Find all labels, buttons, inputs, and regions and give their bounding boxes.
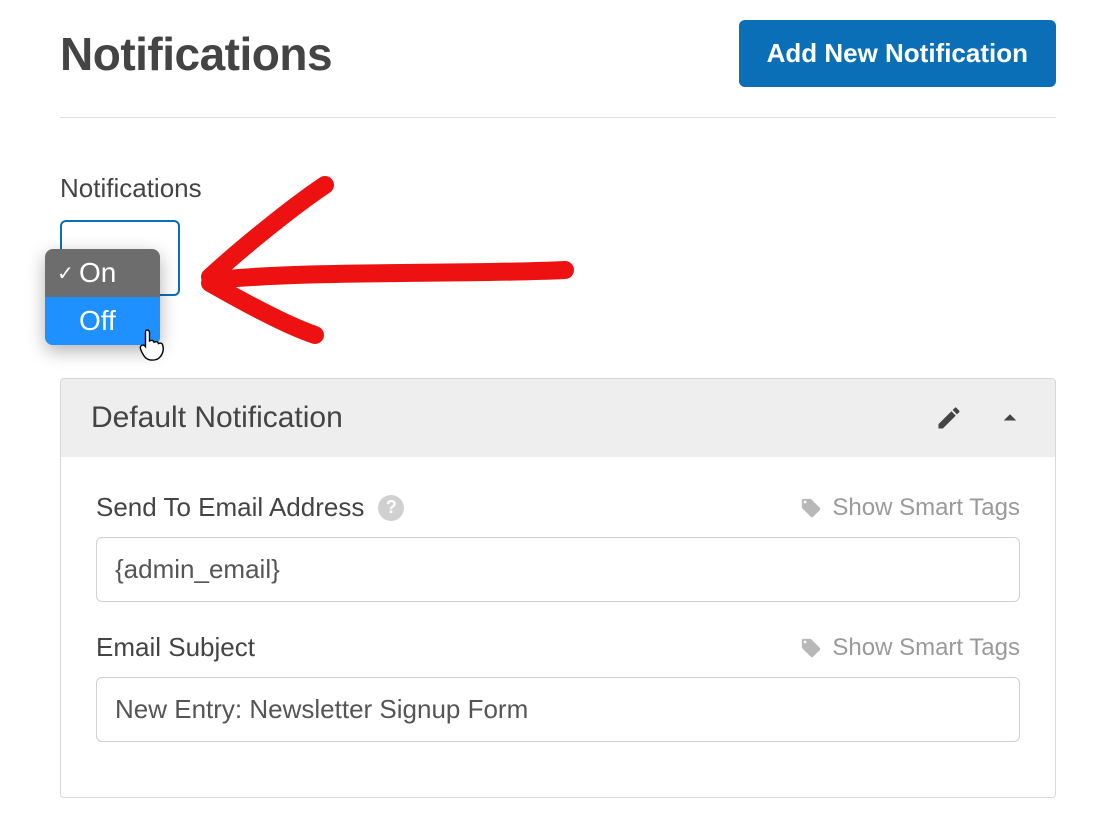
notification-panel: Default Notification Send To Email Addre… <box>60 378 1056 798</box>
show-smart-tags-link[interactable]: Show Smart Tags <box>800 634 1020 662</box>
edit-icon[interactable] <box>935 404 963 432</box>
dropdown-option-on[interactable]: ✓ On <box>45 249 160 297</box>
panel-header: Default Notification <box>61 379 1055 457</box>
field-send-to: Send To Email Address ? Show Smart Tags <box>96 492 1020 602</box>
send-to-input[interactable] <box>96 537 1020 602</box>
tag-icon <box>800 497 822 519</box>
add-notification-button[interactable]: Add New Notification <box>739 20 1056 87</box>
header: Notifications Add New Notification <box>60 20 1056 118</box>
page-title: Notifications <box>60 27 332 81</box>
send-to-label: Send To Email Address <box>96 492 364 523</box>
panel-title: Default Notification <box>91 401 343 435</box>
notifications-toggle-label: Notifications <box>60 173 1056 204</box>
check-icon: ✓ <box>57 261 79 286</box>
field-subject: Email Subject Show Smart Tags <box>96 632 1020 742</box>
tag-icon <box>800 637 822 659</box>
show-smart-tags-link[interactable]: Show Smart Tags <box>800 494 1020 522</box>
help-icon[interactable]: ? <box>378 495 404 521</box>
subject-label: Email Subject <box>96 632 255 663</box>
pointer-cursor-icon <box>138 328 166 367</box>
collapse-icon[interactable] <box>995 403 1025 433</box>
panel-body: Send To Email Address ? Show Smart Tags <box>61 457 1055 797</box>
subject-input[interactable] <box>96 677 1020 742</box>
